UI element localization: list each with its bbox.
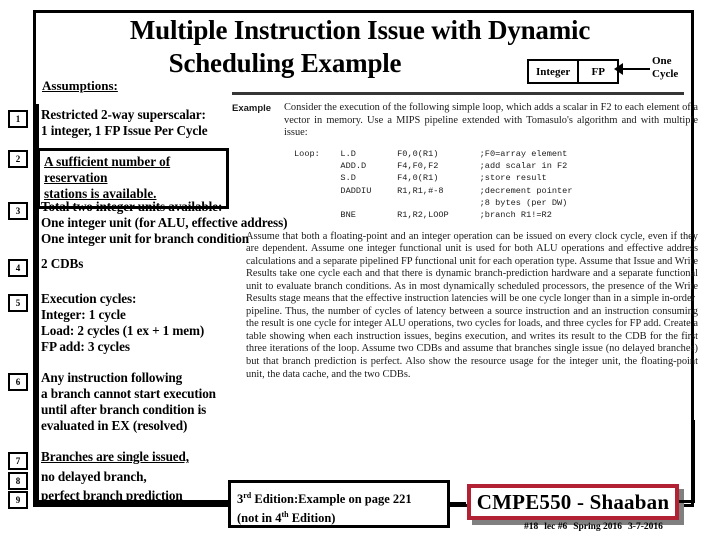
assumption-text-1: Restricted 2-way superscalar: 1 integer,… — [41, 107, 208, 138]
assumption-badge-6: 6 — [8, 373, 28, 391]
assumption-text-4: 2 CDBs — [41, 256, 84, 271]
assumption-text-7: Branches are single issued, — [41, 449, 189, 464]
assumption-badge-8: 8 — [8, 472, 28, 490]
one-cycle-line-2: Cycle — [652, 68, 679, 80]
slide-canvas: Multiple Instruction Issue with Dynamic … — [0, 0, 720, 540]
excerpt-rule — [232, 92, 684, 95]
excerpt-paragraph-1: Assume that both a floating-point and an… — [246, 230, 698, 305]
banner-riser-line — [692, 420, 695, 502]
assumption-text-6: Any instruction following a branch canno… — [41, 370, 216, 433]
edition-note-line-2-pre: (not in 4 — [237, 511, 282, 526]
issue-slot-diagram: Integer FP — [527, 59, 620, 84]
edition-note-line-2-sup: th — [281, 510, 289, 520]
page-title-line-1: Multiple Instruction Issue with Dynamic — [129, 15, 591, 45]
one-cycle-line-1: One — [652, 55, 672, 67]
edition-note-line-1-post: Edition:Example on page 221 — [251, 492, 412, 507]
assumptions-heading: Assumptions: — [42, 78, 118, 93]
assumption-text-5: Execution cycles: Integer: 1 cycle Load:… — [41, 291, 205, 354]
assumption-badge-1: 1 — [8, 110, 28, 128]
one-cycle-annotation: One Cycle — [652, 55, 698, 81]
excerpt-intro-text: Consider the execution of the following … — [284, 102, 698, 139]
assumption-text-9: perfect branch prediction — [41, 488, 183, 503]
footer-date: 3-7-2016 — [628, 522, 663, 532]
textbook-excerpt: Example Consider the execution of the fo… — [232, 92, 698, 381]
assumption-badge-7: 7 — [8, 452, 28, 470]
course-banner: CMPE550 - Shaaban — [467, 484, 679, 520]
footer-lecture: lec #6 — [544, 522, 568, 532]
assumption-badge-4: 4 — [8, 259, 28, 277]
assumption-text-8: no delayed branch, — [41, 469, 147, 484]
excerpt-paragraph-2: pipeline. Thus, the number of cycles of … — [246, 305, 698, 380]
footer-term: Spring 2016 — [573, 522, 623, 532]
assumption-badge-9: 9 — [8, 491, 28, 509]
edition-note: 3rd Edition:Example on page 221 (not in … — [228, 480, 450, 528]
excerpt-label: Example — [232, 103, 272, 114]
issue-slot-fp: FP — [591, 65, 605, 78]
left-arrow-icon — [614, 62, 650, 76]
assembly-code-listing: Loop: L.D F0,0(R1) ;F0=array element ADD… — [294, 148, 573, 221]
course-banner-text: CMPE550 - Shaaban — [476, 489, 670, 514]
edition-note-line-2: (not in 4th Edition) — [237, 507, 441, 526]
slide-footer: #18 lec #6 Spring 2016 3-7-2016 — [524, 522, 669, 532]
assumption-badge-3: 3 — [8, 202, 28, 220]
issue-slot-integer: Integer — [529, 61, 580, 82]
assumption-badge-5: 5 — [8, 294, 28, 312]
footer-slide-number: #18 — [524, 522, 539, 532]
edition-note-line-1: 3rd Edition:Example on page 221 — [237, 488, 441, 507]
assumption-text-2: A sufficient number of reservation stati… — [44, 154, 171, 201]
edition-connector-line — [450, 502, 466, 505]
excerpt-header: Example Consider the execution of the fo… — [232, 102, 698, 140]
edition-note-line-2-post: Edition) — [288, 511, 336, 526]
assumption-badge-2: 2 — [8, 150, 28, 168]
